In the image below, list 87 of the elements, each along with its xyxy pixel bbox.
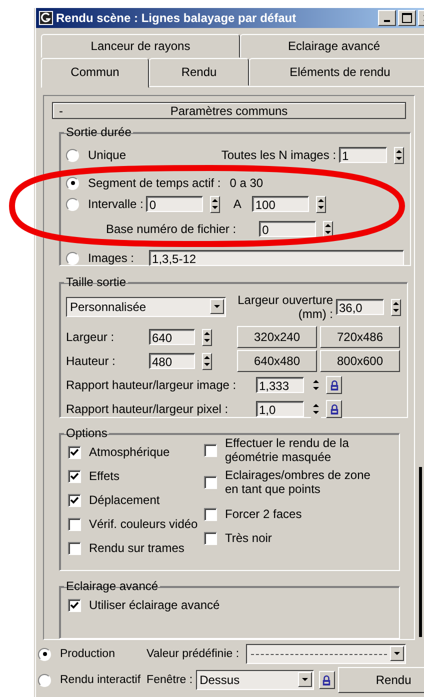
radio-button[interactable] — [66, 148, 79, 162]
input-field[interactable]: 1,333 — [256, 377, 304, 393]
checkbox[interactable] — [68, 446, 81, 458]
radio-label: Images : — [88, 251, 134, 265]
checkbox-label: Eclairages/ombres de zone en tant que points — [225, 468, 372, 496]
field-label: A — [233, 197, 242, 211]
checkbox-label: Effectuer le rendu de la géométrie masquée — [225, 436, 350, 464]
app-icon — [39, 11, 53, 25]
spinner-icon[interactable] — [394, 146, 404, 164]
preset-button[interactable]: 640x480 — [237, 350, 317, 372]
checkbox[interactable] — [68, 518, 81, 530]
radio-label: Intervalle : — [88, 197, 144, 211]
tab[interactable]: Eclairage avancé — [240, 34, 424, 58]
padlock-icon — [330, 404, 338, 414]
group-title: Eclairage avancé — [65, 579, 160, 593]
field-label: Largeur : — [66, 330, 116, 344]
radio-label: Production — [60, 648, 115, 660]
radio-button[interactable] — [66, 176, 79, 190]
viewport-dropdown[interactable]: Dessus — [196, 670, 314, 690]
field-label: Toutes les N images : — [221, 148, 336, 162]
input-field[interactable]: 1,0 — [256, 401, 304, 417]
checkbox[interactable] — [68, 598, 81, 612]
checkbox-label: Rendu sur trames — [89, 541, 184, 555]
radio-label: Unique — [88, 148, 126, 162]
field-label: Base numéro de fichier : — [106, 222, 236, 236]
field-label: Rapport hauteur/largeur pixel : — [66, 402, 230, 416]
preset-button[interactable]: 720x486 — [320, 326, 400, 348]
group-title: Sortie durée — [65, 125, 132, 139]
range-text: 0 a 30 — [230, 176, 264, 190]
radio-button[interactable] — [38, 648, 51, 660]
padlock-icon — [322, 674, 332, 686]
group-title: Taille sortie — [65, 275, 128, 289]
maximize-button[interactable] — [398, 10, 416, 26]
input-field[interactable]: 100 — [252, 196, 310, 212]
checkbox[interactable] — [204, 476, 217, 488]
radio-button[interactable] — [66, 252, 79, 264]
spinner-icon[interactable] — [323, 220, 334, 238]
checkbox[interactable] — [68, 470, 81, 482]
tab[interactable]: Rendu — [149, 58, 249, 86]
checkbox-label: Déplacement — [89, 493, 160, 507]
preset-button[interactable]: 320x240 — [237, 326, 317, 348]
radio-label: Segment de temps actif : — [88, 176, 221, 190]
tab[interactable]: Eléments de rendu — [249, 58, 424, 86]
radio-button[interactable] — [66, 198, 79, 210]
lock-button[interactable] — [318, 671, 335, 689]
spinner-icon[interactable] — [202, 328, 212, 346]
field-label: Valeur prédéfinie : — [146, 648, 240, 660]
field-label: Rapport hauteur/largeur image : — [66, 378, 238, 392]
group-title: Options — [65, 426, 108, 440]
checkbox-label: Très noir — [225, 531, 273, 545]
minimize-button[interactable] — [378, 10, 396, 26]
input-field[interactable]: 36,0 — [336, 299, 384, 315]
checkbox-label: Effets — [89, 469, 120, 483]
checkbox[interactable] — [204, 444, 217, 456]
checkbox[interactable] — [68, 494, 81, 506]
preset-button[interactable]: 800x600 — [320, 350, 400, 372]
spinner-icon[interactable] — [391, 298, 401, 316]
checkbox-label: Utiliser éclairage avancé — [89, 598, 220, 612]
checkbox-label: Atmosphérique — [89, 445, 170, 459]
input-field[interactable]: 480 — [149, 353, 195, 369]
preset-dropdown[interactable]: Personnalisée — [66, 297, 226, 317]
rollout-header[interactable]: - Paramètres communs — [52, 102, 406, 119]
preset-dropdown[interactable] — [246, 644, 406, 664]
padlock-icon — [330, 380, 338, 390]
checkbox[interactable] — [68, 542, 81, 554]
checkbox[interactable] — [204, 532, 217, 544]
field-label: Hauteur : — [66, 354, 116, 368]
spinner-icon[interactable] — [202, 352, 212, 370]
radio-button[interactable] — [38, 674, 51, 686]
checkbox[interactable] — [204, 508, 217, 520]
lock-button[interactable] — [326, 376, 342, 394]
spinner-icon[interactable] — [316, 196, 326, 212]
input-field[interactable]: 1 — [339, 147, 388, 163]
checkbox-label: Forcer 2 faces — [225, 507, 303, 521]
tab[interactable]: Commun — [41, 58, 149, 88]
input-field[interactable]: 640 — [149, 329, 195, 345]
spinner-icon[interactable] — [210, 196, 220, 212]
field-label: Fenêtre : — [146, 674, 193, 686]
checkbox-label: Vérif. couleurs vidéo — [89, 517, 198, 531]
radio-label: Rendu interactif — [60, 674, 141, 686]
input-field[interactable]: 0 — [146, 196, 204, 212]
render-button[interactable]: Rendu — [338, 667, 424, 693]
window-title: Rendu scène : Lignes balayage par défaut — [56, 11, 296, 25]
input-field[interactable]: 0 — [259, 221, 316, 237]
field-label: Largeur ouverture (mm) : — [236, 293, 333, 321]
lock-button[interactable] — [326, 400, 342, 418]
input-field[interactable]: 1,3,5-12 — [149, 250, 404, 266]
